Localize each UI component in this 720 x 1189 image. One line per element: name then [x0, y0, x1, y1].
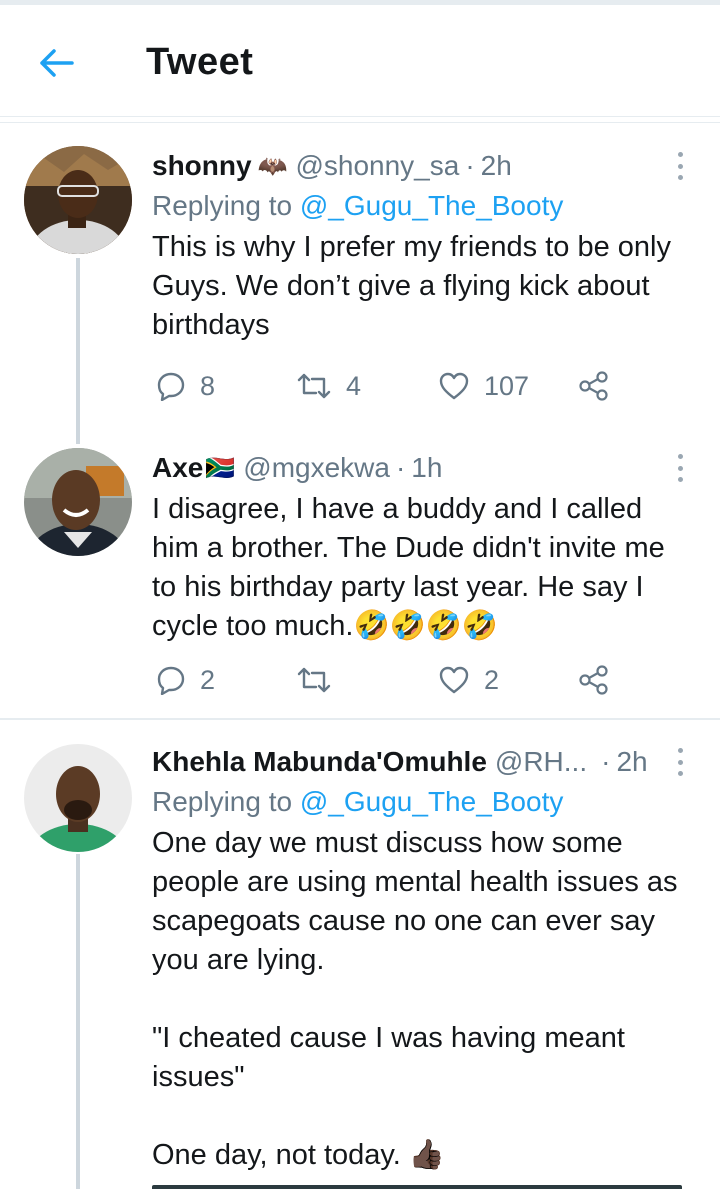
tweet-content: shonny 🦇 @shonny_sa · 2h Replying to @_G…: [152, 146, 680, 345]
user-handle[interactable]: @shonny_sa: [295, 150, 459, 182]
timestamp[interactable]: 2h: [481, 150, 512, 182]
replying-to-link[interactable]: @_Gugu_The_Booty: [300, 786, 563, 817]
tweet-khehla[interactable]: Khehla Mabunda'Omuhle @RH... · 2h Replyi…: [0, 732, 720, 1189]
tweet-content: Axe 🇿🇦 @mgxekwa · 1h I disagree, I have …: [152, 448, 680, 646]
retweet-button[interactable]: 4: [296, 366, 361, 406]
share-button[interactable]: [578, 366, 610, 406]
retweet-icon: [297, 373, 331, 399]
share-icon: [579, 665, 608, 695]
meta-separator: ·: [465, 150, 475, 181]
app-header: Tweet: [0, 5, 720, 117]
reply-button[interactable]: 2: [156, 660, 215, 700]
bat-emoji: 🦇: [257, 152, 288, 180]
meta-separator: ·: [395, 452, 406, 483]
replying-prefix: Replying to: [152, 190, 293, 221]
reply-icon: [157, 372, 185, 401]
share-button[interactable]: [578, 660, 610, 700]
tweet-text: I disagree, I have a buddy and I called …: [152, 493, 673, 642]
user-handle[interactable]: @mgxekwa: [243, 452, 390, 484]
tweet-divider: [0, 718, 720, 720]
meta-separator: ·: [601, 746, 611, 777]
reply-icon: [157, 666, 185, 695]
tweet-meta: Khehla Mabunda'Omuhle @RH... · 2h: [152, 742, 680, 782]
arrow-left-icon: [40, 49, 74, 77]
retweet-icon: [297, 667, 331, 693]
heart-icon: [439, 666, 469, 694]
replying-to: Replying to @_Gugu_The_Booty: [152, 186, 680, 226]
user-handle[interactable]: @RH...: [495, 746, 587, 778]
like-count: 2: [484, 664, 500, 695]
avatar[interactable]: [24, 744, 132, 852]
avatar[interactable]: [24, 448, 132, 556]
like-count: 107: [484, 370, 530, 401]
replying-to: Replying to @_Gugu_The_Booty: [152, 782, 680, 822]
retweet-count: 4: [346, 370, 362, 401]
reply-count: 2: [200, 664, 216, 695]
tweet-actions: 8 4 107: [152, 366, 652, 406]
like-button[interactable]: 2: [438, 660, 499, 700]
header-divider: [0, 122, 720, 123]
thread-line: [76, 258, 80, 444]
south-africa-flag-emoji: 🇿🇦: [205, 454, 236, 482]
share-icon: [579, 371, 608, 401]
back-button[interactable]: [26, 33, 86, 93]
reply-count: 8: [200, 370, 216, 401]
timestamp[interactable]: 2h: [616, 746, 647, 778]
tweet-meta: shonny 🦇 @shonny_sa · 2h: [152, 146, 680, 186]
media-preview-edge: [152, 1185, 682, 1189]
like-button[interactable]: 107: [438, 366, 529, 406]
tweet-meta: Axe 🇿🇦 @mgxekwa · 1h: [152, 448, 680, 488]
timestamp[interactable]: 1h: [411, 452, 442, 484]
tweet-text: One day we must discuss how some people …: [152, 827, 678, 1171]
more-vertical-icon[interactable]: [668, 450, 692, 486]
replying-prefix: Replying to: [152, 786, 293, 817]
more-vertical-icon[interactable]: [668, 148, 692, 184]
thread-line: [76, 854, 80, 1189]
display-name[interactable]: Axe: [152, 452, 203, 484]
tweet-content: Khehla Mabunda'Omuhle @RH... · 2h Replyi…: [152, 742, 680, 1175]
tweet-text: This is why I prefer my friends to be on…: [152, 231, 680, 341]
tweet-axe[interactable]: Axe 🇿🇦 @mgxekwa · 1h I disagree, I have …: [0, 440, 720, 720]
reply-button[interactable]: 8: [156, 366, 215, 406]
replying-to-link[interactable]: @_Gugu_The_Booty: [300, 190, 563, 221]
avatar[interactable]: [24, 146, 132, 254]
tweet-actions: 2 2: [152, 660, 652, 700]
display-name[interactable]: shonny: [152, 150, 252, 182]
tweet-shonny[interactable]: shonny 🦇 @shonny_sa · 2h Replying to @_G…: [0, 140, 720, 444]
heart-icon: [439, 372, 469, 400]
page-title: Tweet: [146, 41, 254, 83]
display-name[interactable]: Khehla Mabunda'Omuhle: [152, 746, 487, 778]
more-vertical-icon[interactable]: [668, 744, 692, 780]
retweet-button[interactable]: [296, 660, 332, 700]
